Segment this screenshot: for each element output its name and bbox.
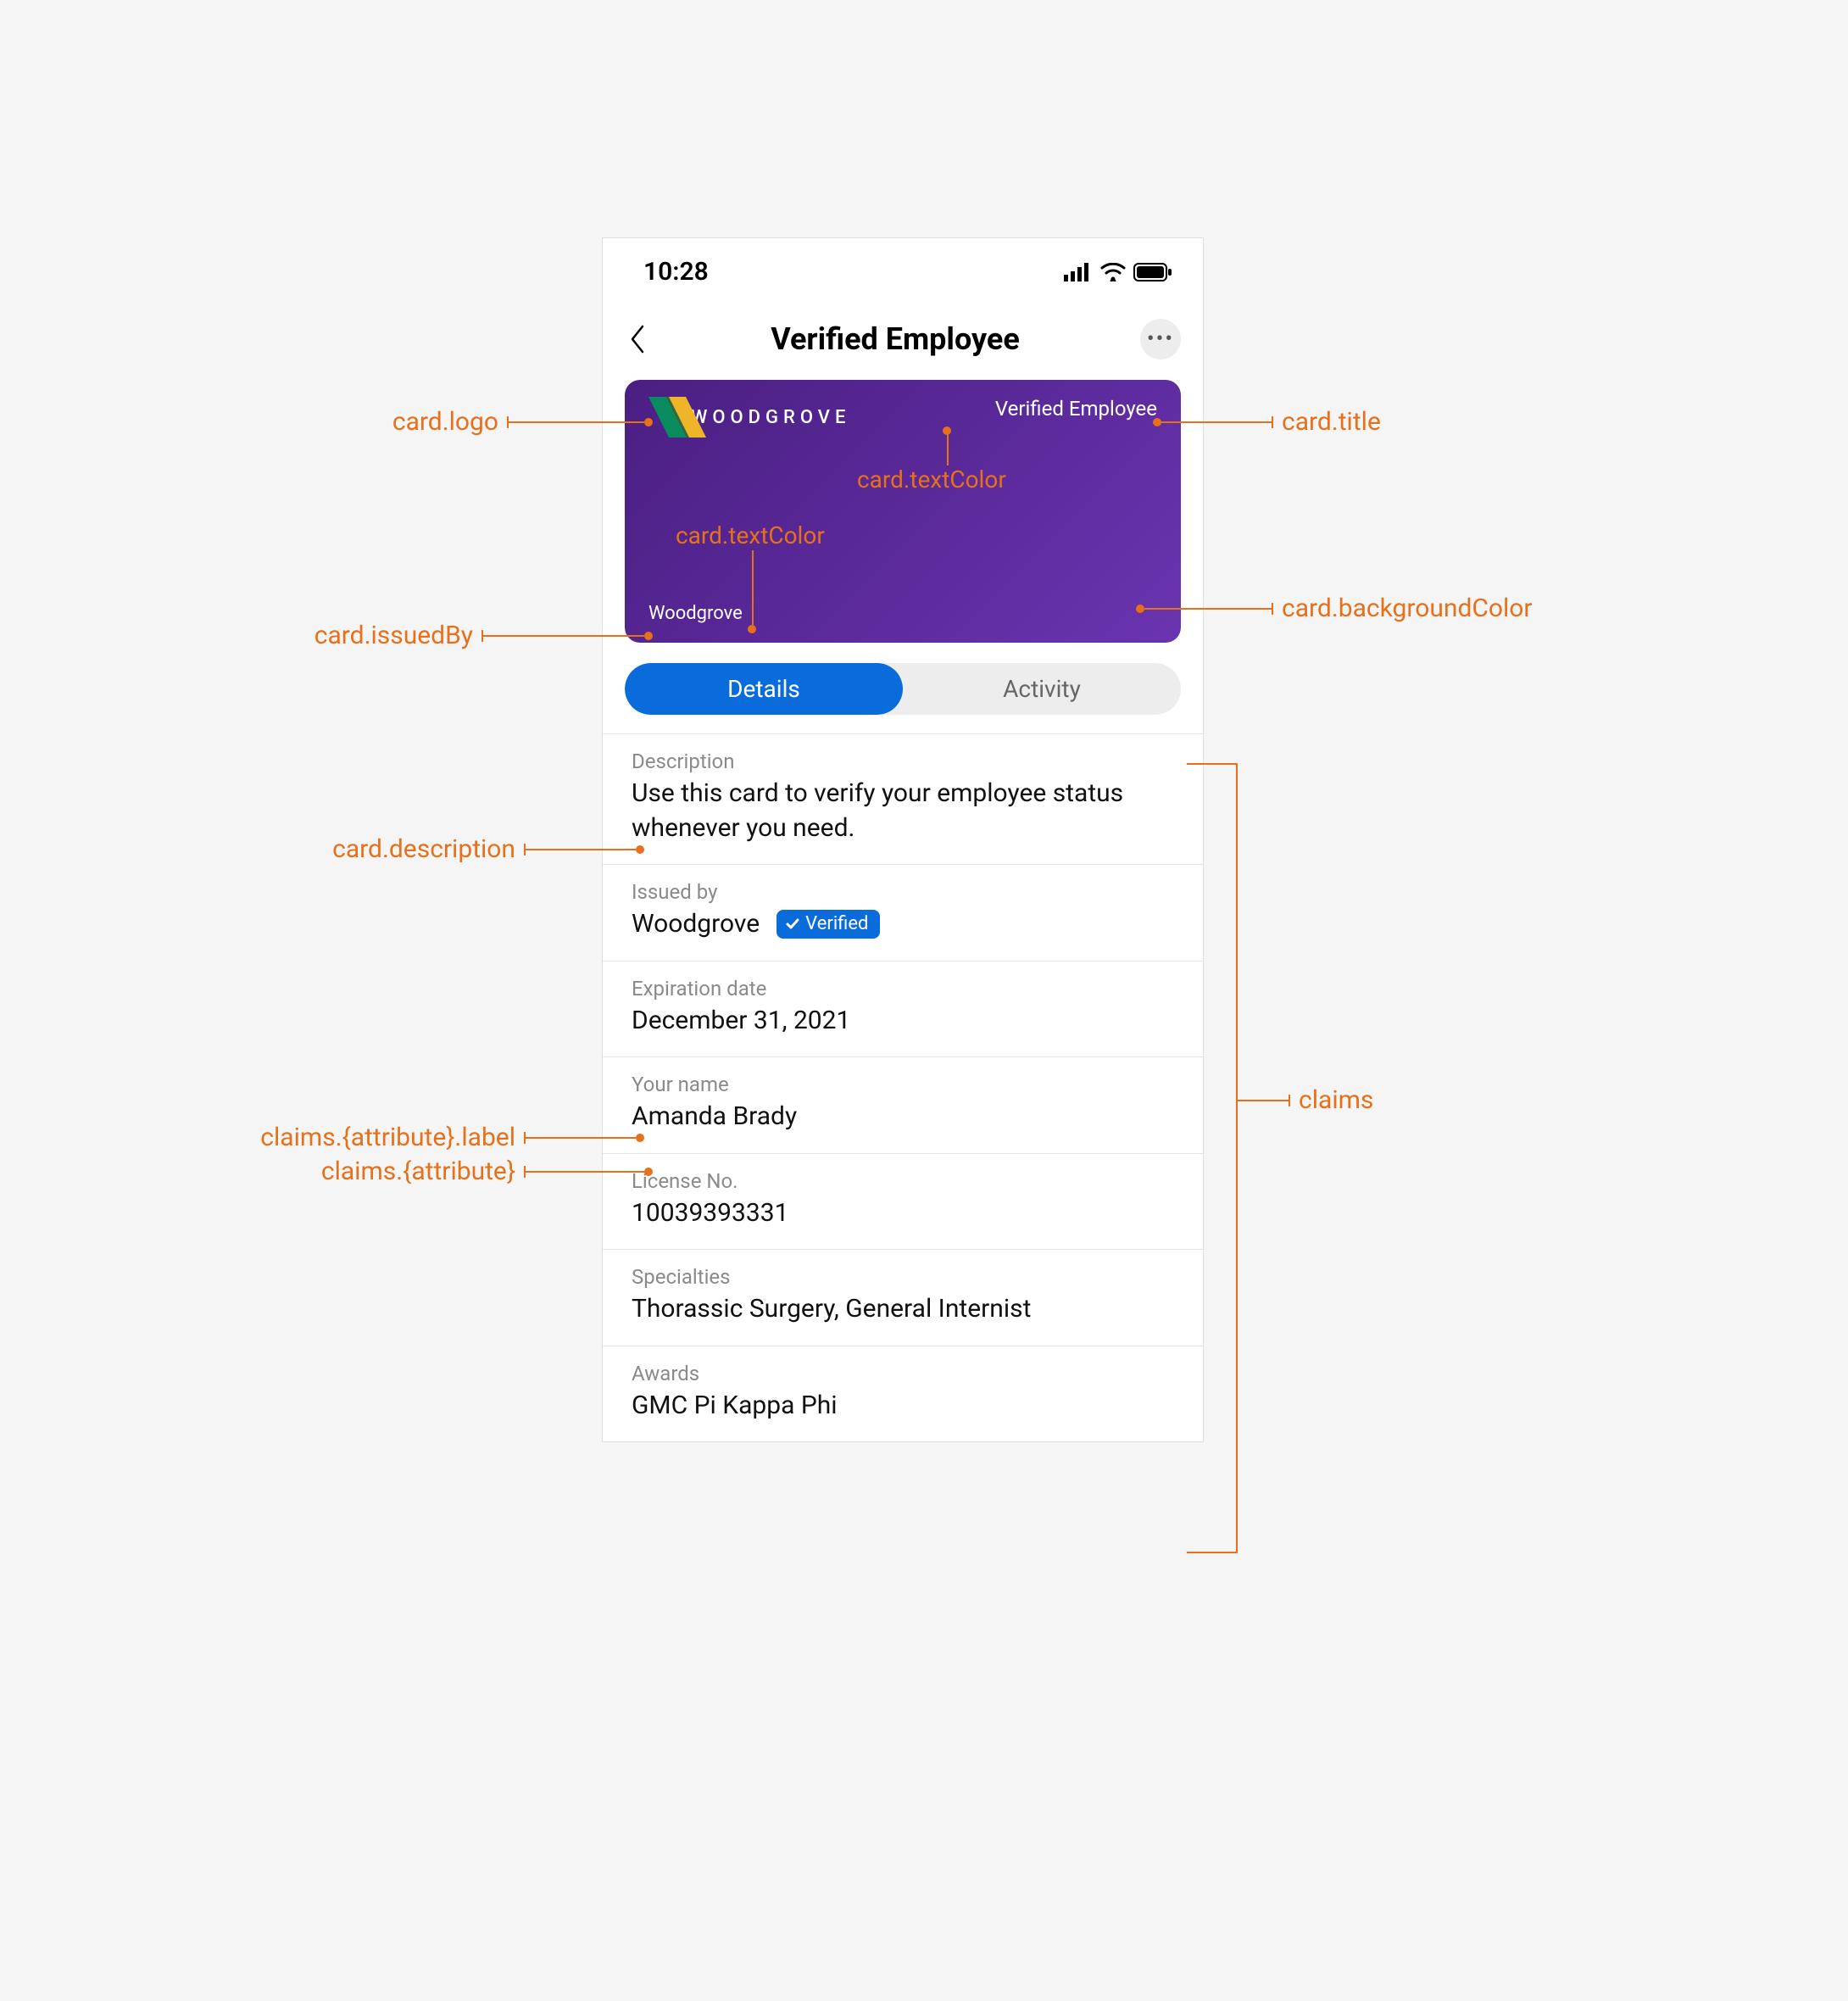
row-specialties: Specialties Thorassic Surgery, General I… (603, 1250, 1203, 1346)
row-name: Your name Amanda Brady (603, 1057, 1203, 1154)
chevron-left-icon (629, 325, 646, 354)
more-icon: ••• (1147, 326, 1174, 352)
status-indicators (1064, 263, 1172, 281)
credential-card: WOODGROVE Verified Employee Woodgrove (625, 380, 1181, 643)
description-label: Description (632, 750, 1174, 773)
specialties-value: Thorassic Surgery, General Internist (632, 1292, 1174, 1327)
annotation-card-logo: card.logo (254, 407, 653, 437)
row-awards: Awards GMC Pi Kappa Phi (603, 1346, 1203, 1442)
tab-details[interactable]: Details (625, 663, 903, 715)
annotation-claims-attr-label: claims.{attribute}.label (127, 1123, 644, 1152)
verified-badge-text: Verified (805, 913, 868, 934)
row-license: License No. 10039393331 (603, 1154, 1203, 1251)
annotation-card-textcolor-1: card.textColor (857, 465, 1006, 493)
license-label: License No. (632, 1169, 1174, 1193)
verified-badge: Verified (776, 910, 880, 939)
details-list: Description Use this card to verify your… (603, 733, 1203, 1441)
annotation-line (752, 550, 754, 625)
annotation-claims: claims (1238, 1085, 1458, 1115)
row-description: Description Use this card to verify your… (603, 734, 1203, 865)
annotation-dot (748, 625, 756, 633)
phone-mockup: 10:28 Verified Employee ••• (602, 237, 1204, 1442)
annotation-claims-attr: claims.{attribute} (186, 1157, 653, 1186)
more-button[interactable]: ••• (1140, 319, 1181, 360)
annotation-dot (943, 426, 951, 435)
battery-icon (1133, 263, 1172, 281)
annotation-card-issuedby: card.issuedBy (220, 621, 653, 650)
nav-bar: Verified Employee ••• (603, 302, 1203, 380)
annotation-card-textcolor-2: card.textColor (676, 521, 825, 549)
issued-by-label: Issued by (632, 880, 1174, 904)
cellular-icon (1064, 263, 1093, 281)
annotation-line (947, 433, 949, 465)
description-value: Use this card to verify your employee st… (632, 777, 1174, 845)
awards-value: GMC Pi Kappa Phi (632, 1389, 1174, 1424)
card-logo-text: WOODGROVE (691, 407, 850, 428)
annotation-claims-bracket (1187, 763, 1238, 1553)
expiration-label: Expiration date (632, 977, 1174, 1000)
card-title-text: Verified Employee (995, 397, 1157, 421)
tab-activity[interactable]: Activity (903, 663, 1181, 715)
wifi-icon (1099, 263, 1127, 281)
issued-by-value: Woodgrove (632, 907, 760, 942)
specialties-label: Specialties (632, 1265, 1174, 1289)
status-bar: 10:28 (603, 238, 1203, 302)
license-value: 10039393331 (632, 1196, 1174, 1231)
name-value: Amanda Brady (632, 1100, 1174, 1134)
expiration-value: December 31, 2021 (632, 1004, 1174, 1039)
name-label: Your name (632, 1073, 1174, 1096)
check-icon (785, 917, 800, 932)
annotation-card-bgcolor: card.backgroundColor (1136, 594, 1611, 623)
tabs: Details Activity (625, 663, 1181, 715)
card-issuer-text: Woodgrove (648, 603, 743, 624)
row-issued-by: Issued by Woodgrove Verified (603, 865, 1203, 961)
annotation-card-title: card.title (1153, 407, 1492, 437)
card-logo: WOODGROVE (648, 397, 850, 438)
back-button[interactable] (625, 324, 650, 354)
status-time: 10:28 (643, 257, 709, 287)
awards-label: Awards (632, 1362, 1174, 1385)
logo-mark-icon (648, 397, 708, 438)
page-title: Verified Employee (650, 321, 1140, 357)
annotation-card-description: card.description (203, 834, 644, 864)
row-expiration: Expiration date December 31, 2021 (603, 961, 1203, 1058)
